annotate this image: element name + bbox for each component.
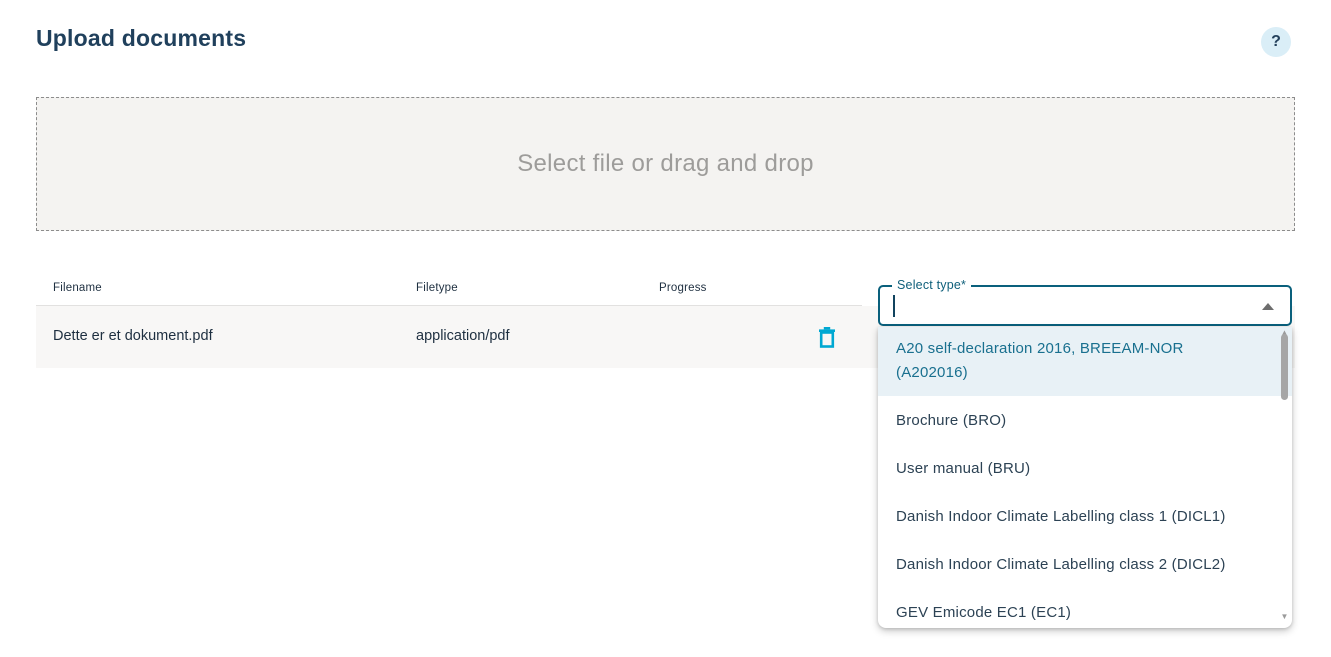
column-header-filename: Filename — [53, 282, 102, 294]
question-mark-icon: ? — [1271, 33, 1281, 51]
select-type-label: Select type* — [892, 278, 971, 292]
delete-file-button[interactable] — [808, 318, 846, 356]
cell-filename: Dette er et dokument.pdf — [53, 328, 213, 344]
scrollbar-thumb[interactable] — [1281, 334, 1288, 400]
option-dicl1[interactable]: Danish Indoor Climate Labelling class 1 … — [878, 492, 1292, 540]
option-ec1[interactable]: GEV Emicode EC1 (EC1) — [878, 588, 1292, 628]
select-type-combobox[interactable]: Select type* — [878, 285, 1292, 326]
text-caret — [893, 295, 895, 317]
dropzone-label: Select file or drag and drop — [517, 150, 814, 178]
column-header-filetype: Filetype — [416, 282, 458, 294]
option-a202016[interactable]: A20 self-declaration 2016, BREEAM-NOR (A… — [878, 327, 1292, 396]
cell-filetype: application/pdf — [416, 328, 510, 344]
file-dropzone[interactable]: Select file or drag and drop — [36, 97, 1295, 231]
dropdown-scrollbar[interactable]: ▲ ▼ — [1277, 327, 1292, 628]
trash-icon — [818, 327, 836, 348]
option-bro[interactable]: Brochure (BRO) — [878, 396, 1292, 444]
select-type-dropdown-panel: A20 self-declaration 2016, BREEAM-NOR (A… — [878, 327, 1292, 628]
option-bru[interactable]: User manual (BRU) — [878, 444, 1292, 492]
option-dicl2[interactable]: Danish Indoor Climate Labelling class 2 … — [878, 540, 1292, 588]
select-type-input[interactable] — [892, 293, 1222, 319]
column-header-progress: Progress — [659, 282, 707, 294]
chevron-up-icon[interactable] — [1262, 303, 1274, 310]
scroll-down-icon[interactable]: ▼ — [1277, 612, 1292, 622]
page-title: Upload documents — [36, 25, 246, 52]
help-button[interactable]: ? — [1261, 27, 1291, 57]
